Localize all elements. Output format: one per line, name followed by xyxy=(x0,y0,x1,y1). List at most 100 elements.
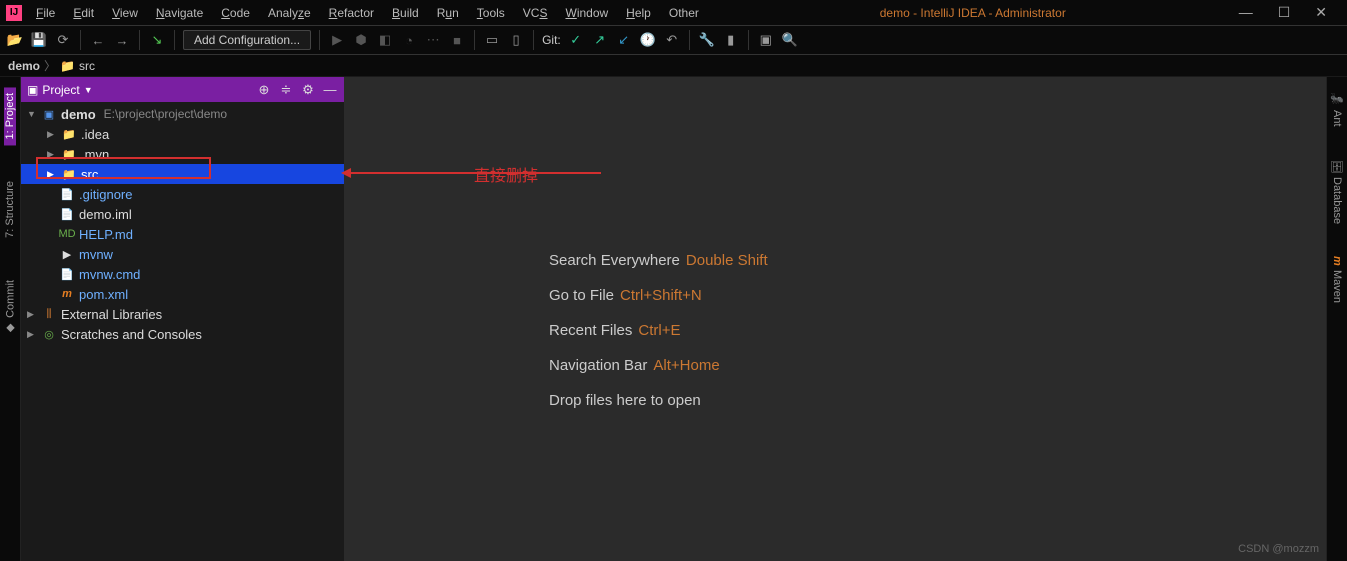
file-icon: 📄 xyxy=(59,266,75,282)
forward-icon[interactable]: → xyxy=(113,31,131,49)
editor-empty-state: 直接删掉 Search EverywhereDouble Shift Go to… xyxy=(344,77,1347,561)
menu-build[interactable]: Build xyxy=(384,3,427,23)
ant-tool-tab[interactable]: 🐜Ant xyxy=(1331,87,1344,133)
hint-nav-shortcut: Alt+Home xyxy=(653,357,719,374)
menu-file[interactable]: File xyxy=(28,3,63,23)
maven-tool-tab[interactable]: mMaven xyxy=(1331,250,1343,309)
hint-recent-label: Recent Files xyxy=(549,322,632,339)
push-icon[interactable]: ↗ xyxy=(591,31,609,49)
sdk-icon[interactable]: ▮ xyxy=(722,31,740,49)
markdown-icon: MD xyxy=(59,226,75,242)
intellij-logo-icon: IJ xyxy=(6,5,22,21)
annotation-text: 直接删掉 xyxy=(474,162,538,186)
menu-window[interactable]: Window xyxy=(557,3,616,23)
window-title: demo - IntelliJ IDEA - Administrator xyxy=(707,6,1239,20)
menu-help[interactable]: Help xyxy=(618,3,659,23)
expand-arrow-icon[interactable]: ▶ xyxy=(47,169,57,180)
hint-search-shortcut: Double Shift xyxy=(686,252,768,269)
layout-icon[interactable]: ▣ xyxy=(757,31,775,49)
tree-pom[interactable]: m pom.xml xyxy=(21,284,344,304)
folder-icon: 📁 xyxy=(60,59,75,73)
folder-icon: 📁 xyxy=(61,146,77,162)
search-icon[interactable]: 🔍 xyxy=(781,31,799,49)
debug-icon[interactable]: ⬢ xyxy=(352,31,370,49)
tree-demo-iml[interactable]: 📄 demo.iml xyxy=(21,204,344,224)
stop-icon[interactable]: ■ xyxy=(448,31,466,49)
maven-icon: m xyxy=(59,286,75,302)
dropdown-icon[interactable]: ▼ xyxy=(84,85,93,95)
menu-navigate[interactable]: Navigate xyxy=(148,3,211,23)
commit-icon[interactable]: ✓ xyxy=(567,31,585,49)
gear-icon[interactable]: ⚙ xyxy=(300,82,316,98)
locate-icon[interactable]: ⊕ xyxy=(256,82,272,98)
save-icon[interactable]: 💾 xyxy=(30,31,48,49)
tree-root[interactable]: ▼ ▣ demo E:\project\project\demo xyxy=(21,104,344,124)
expand-arrow-icon[interactable]: ▼ xyxy=(27,109,37,119)
attach-icon[interactable]: ⋯ xyxy=(424,31,442,49)
hint-drop-label: Drop files here to open xyxy=(549,392,701,409)
expand-arrow-icon[interactable]: ▶ xyxy=(47,129,57,140)
file-icon: 📄 xyxy=(59,186,75,202)
tree-mvnw[interactable]: ▶ mvnw xyxy=(21,244,344,264)
library-icon: ⫼ xyxy=(41,306,57,322)
database-tool-tab[interactable]: 🗄Database xyxy=(1331,153,1344,230)
hide-icon[interactable]: — xyxy=(322,82,338,97)
menu-tools[interactable]: Tools xyxy=(469,3,513,23)
menu-edit[interactable]: Edit xyxy=(65,3,102,23)
minimize-icon[interactable]: — xyxy=(1239,4,1253,21)
breadcrumb-root[interactable]: demo xyxy=(8,59,40,73)
file-icon: 📄 xyxy=(59,206,75,222)
rollback-icon[interactable]: ↶ xyxy=(663,31,681,49)
open-icon[interactable]: 📂 xyxy=(6,31,24,49)
sync-icon[interactable]: ⟳ xyxy=(54,31,72,49)
project-tree[interactable]: ▼ ▣ demo E:\project\project\demo ▶ 📁 .id… xyxy=(21,102,344,561)
wrench-icon[interactable]: 🔧 xyxy=(698,31,716,49)
hint-nav-label: Navigation Bar xyxy=(549,357,647,374)
close-icon[interactable]: ✕ xyxy=(1315,4,1327,21)
coverage-icon[interactable]: ◧ xyxy=(376,31,394,49)
panel-title[interactable]: Project xyxy=(42,83,79,97)
maximize-icon[interactable]: ☐ xyxy=(1278,4,1291,21)
main-area: 1: Project 7: Structure ◆Commit ▣ Projec… xyxy=(0,77,1347,561)
profile-icon[interactable]: ◔ xyxy=(400,31,418,49)
tree-gitignore[interactable]: 📄 .gitignore xyxy=(21,184,344,204)
tree-mvnw-cmd[interactable]: 📄 mvnw.cmd xyxy=(21,264,344,284)
history-icon[interactable]: 🕐 xyxy=(639,31,657,49)
tree-scratches[interactable]: ▶ ◎ Scratches and Consoles xyxy=(21,324,344,344)
watermark: CSDN @mozzm xyxy=(1238,543,1319,555)
hammer-icon[interactable]: ↘ xyxy=(148,31,166,49)
main-menu: File Edit View Navigate Code Analyze Ref… xyxy=(28,3,707,23)
tree-src[interactable]: ▶ 📁 src xyxy=(21,164,344,184)
tree-ext-lib[interactable]: ▶ ⫼ External Libraries xyxy=(21,304,344,324)
back-icon[interactable]: ← xyxy=(89,31,107,49)
avd-icon[interactable]: ▯ xyxy=(507,31,525,49)
project-tool-tab[interactable]: 1: Project xyxy=(4,87,16,145)
tree-idea[interactable]: ▶ 📁 .idea xyxy=(21,124,344,144)
expand-arrow-icon[interactable]: ▶ xyxy=(27,309,37,320)
menu-vcs[interactable]: VCS xyxy=(515,3,556,23)
tree-mvn[interactable]: ▶ 📁 .mvn xyxy=(21,144,344,164)
menu-code[interactable]: Code xyxy=(213,3,258,23)
commit-tool-tab[interactable]: ◆Commit xyxy=(4,274,17,341)
left-tool-window-bar: 1: Project 7: Structure ◆Commit xyxy=(0,77,21,561)
expand-arrow-icon[interactable]: ▶ xyxy=(27,329,37,340)
menu-analyze[interactable]: Analyze xyxy=(260,3,319,23)
project-view-icon: ▣ xyxy=(27,83,38,97)
update-icon[interactable]: ↙ xyxy=(615,31,633,49)
project-panel: ▣ Project ▼ ⊕ ≑ ⚙ — ▼ ▣ demo E:\project\… xyxy=(21,77,344,561)
expand-icon[interactable]: ≑ xyxy=(278,82,294,98)
scratches-icon: ◎ xyxy=(41,326,57,342)
menu-other[interactable]: Other xyxy=(661,3,707,23)
menu-run[interactable]: Run xyxy=(429,3,467,23)
breadcrumb-src[interactable]: src xyxy=(79,59,95,73)
structure-tool-tab[interactable]: 7: Structure xyxy=(4,175,16,244)
expand-arrow-icon[interactable]: ▶ xyxy=(47,149,57,160)
menu-view[interactable]: View xyxy=(104,3,146,23)
hint-recent-shortcut: Ctrl+E xyxy=(638,322,680,339)
annotation-arrow xyxy=(344,172,601,174)
run-icon[interactable]: ▶ xyxy=(328,31,346,49)
tree-help-md[interactable]: MD HELP.md xyxy=(21,224,344,244)
menu-refactor[interactable]: Refactor xyxy=(321,3,382,23)
add-configuration-button[interactable]: Add Configuration... xyxy=(183,30,311,50)
emulator-icon[interactable]: ▭ xyxy=(483,31,501,49)
